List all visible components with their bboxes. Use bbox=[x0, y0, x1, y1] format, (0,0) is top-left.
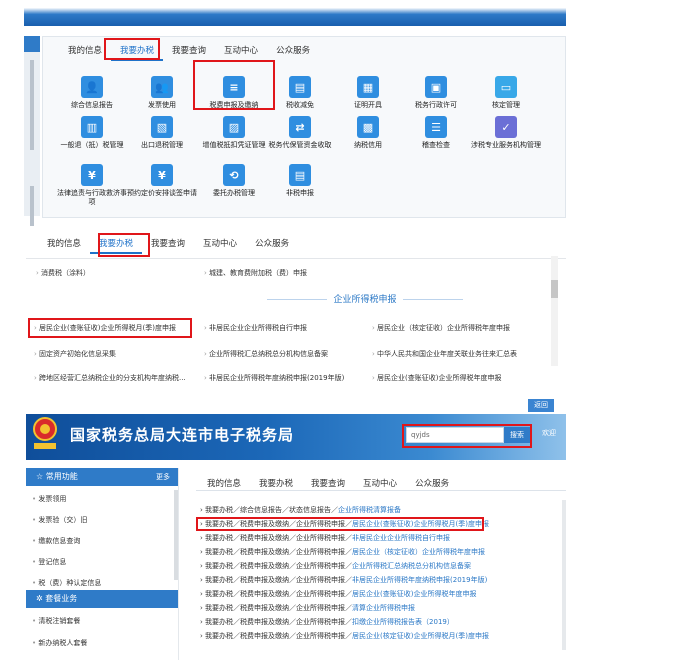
service-item[interactable]: ▤ 税收减免 bbox=[265, 76, 335, 110]
menu-link[interactable]: 消费税（涂料） bbox=[36, 268, 90, 278]
export-refund-icon: ▧ bbox=[151, 116, 173, 138]
divider bbox=[402, 299, 463, 300]
menu-link[interactable]: 企业所得税汇总纳税总分机构信息备案 bbox=[204, 349, 328, 359]
tab-public-service[interactable]: 公众服务 bbox=[267, 43, 319, 59]
divider bbox=[267, 299, 328, 300]
highlight-box bbox=[402, 424, 532, 448]
certificate-icon: ▦ bbox=[357, 76, 379, 98]
service-item[interactable]: ▣ 税务行政许可 bbox=[401, 76, 471, 110]
clock-icon: ⟲ bbox=[223, 164, 245, 186]
tab-my-info[interactable]: 我的信息 bbox=[38, 236, 90, 252]
result-row[interactable]: › 我要办税／税费申报及缴纳／企业所得税申报／清算企业所得税申报 bbox=[200, 603, 415, 613]
menu-link[interactable]: 固定资产初始化信息采集 bbox=[34, 349, 116, 359]
scrollbar[interactable] bbox=[562, 500, 566, 650]
sidebar: ☆ 常用功能 更多 发票领用 发票验（交）旧 缴款信息查询 登记信息 税（费）种认… bbox=[26, 468, 179, 660]
left-sidebar-strip bbox=[24, 36, 40, 226]
menu-link[interactable]: 中华人民共和国企业年度关联业务往来汇总表 bbox=[372, 349, 517, 359]
refund-doc-icon: ▥ bbox=[81, 116, 103, 138]
legal-icon: ¥ bbox=[81, 164, 103, 186]
main-nav-tabs: 我的信息 我要办税 我要查询 互动中心 公众服务 bbox=[38, 236, 298, 254]
welcome-text: 欢迎 bbox=[542, 429, 556, 437]
sidebar-header-block bbox=[24, 36, 40, 52]
sidebar-item[interactable]: 发票领用 bbox=[32, 494, 66, 504]
scrollbar[interactable] bbox=[30, 60, 34, 150]
menu-link[interactable]: 居民企业(查账征收)企业所得税年度申报 bbox=[372, 373, 501, 383]
credit-icon: ▩ bbox=[357, 116, 379, 138]
highlight-box bbox=[28, 318, 192, 338]
sidebar-header: ✲ 套餐业务 bbox=[26, 590, 178, 608]
highlight-box bbox=[193, 60, 275, 110]
fund-icon: ⇄ bbox=[289, 116, 311, 138]
sidebar-item[interactable]: 发票验（交）旧 bbox=[32, 515, 87, 525]
star-icon: ☆ 常用功能 bbox=[36, 472, 78, 481]
service-item[interactable]: ▥ 一般退（抵）税管理 bbox=[57, 116, 127, 150]
document-icon: ▤ bbox=[289, 76, 311, 98]
menu-link[interactable]: 非居民企业企业所得税自行申报 bbox=[204, 323, 307, 333]
sidebar-item[interactable]: 登记信息 bbox=[32, 557, 66, 567]
nontax-icon: ▤ bbox=[289, 164, 311, 186]
service-item[interactable]: ▧ 出口退税管理 bbox=[127, 116, 197, 150]
service-item[interactable]: ☰ 稽查检查 bbox=[401, 116, 471, 150]
divider bbox=[26, 258, 566, 259]
tab-public-service[interactable]: 公众服务 bbox=[246, 236, 298, 252]
highlight-box bbox=[196, 517, 484, 531]
result-row[interactable]: › 我要办税／综合信息报告／状态信息报告／企业所得税清算报备 bbox=[200, 505, 401, 515]
back-button[interactable]: 返回 bbox=[528, 399, 554, 412]
tab-query[interactable]: 我要查询 bbox=[163, 43, 215, 59]
result-row[interactable]: › 我要办税／税费申报及缴纳／企业所得税申报／非居民企业企业所得税自行申报 bbox=[200, 533, 450, 543]
menu-link[interactable]: 城建、教育费附加税（费）申报 bbox=[204, 268, 307, 278]
monitor-icon: ▭ bbox=[495, 76, 517, 98]
service-item[interactable]: ¥ 法律追责与行政救济事项 bbox=[57, 164, 127, 207]
scrollbar[interactable] bbox=[551, 256, 558, 366]
more-link[interactable]: 更多 bbox=[156, 468, 170, 486]
user-card-icon: 👤 bbox=[81, 76, 103, 98]
service-item[interactable]: ▭ 核定管理 bbox=[471, 76, 541, 110]
service-item[interactable]: 👥 发票使用 bbox=[127, 76, 197, 110]
service-item[interactable]: 👤 综合信息报告 bbox=[57, 76, 127, 110]
emblem-logo bbox=[30, 416, 60, 452]
scrollbar[interactable] bbox=[30, 186, 34, 226]
voucher-icon: ▨ bbox=[223, 116, 245, 138]
result-row[interactable]: › 我要办税／税费申报及缴纳／企业所得税申报／扣缴企业所得税报告表（2019） bbox=[200, 617, 454, 627]
result-row[interactable]: › 我要办税／税费申报及缴纳／企业所得税申报／非居民企业所得税年度纳税申报(20… bbox=[200, 575, 487, 585]
service-item[interactable]: ▨ 增值税抵扣凭证管理 bbox=[199, 116, 269, 150]
section-heading: 企业所得税申报 bbox=[200, 292, 530, 305]
service-item[interactable]: ⇄ 税务代保管资金收取 bbox=[265, 116, 335, 150]
sidebar-item[interactable]: 清税注销套餐 bbox=[32, 616, 80, 626]
service-item[interactable]: ▩ 纳税信用 bbox=[333, 116, 403, 150]
sidebar-item[interactable]: 缴款信息查询 bbox=[32, 536, 80, 546]
main-nav-tabs: 我的信息 我要办税 我要查询 互动中心 公众服务 bbox=[59, 43, 319, 61]
scrollbar[interactable] bbox=[174, 490, 178, 580]
divider bbox=[196, 490, 566, 491]
tab-interaction[interactable]: 互动中心 bbox=[215, 43, 267, 59]
service-item[interactable]: ✓ 涉税专业服务机构管理 bbox=[471, 116, 541, 150]
service-item[interactable]: ⟲ 委托办税管理 bbox=[199, 164, 269, 198]
service-item[interactable]: ▤ 非税申报 bbox=[265, 164, 335, 198]
scrollbar-thumb[interactable] bbox=[551, 280, 558, 298]
result-row[interactable]: › 我要办税／税费申报及缴纳／企业所得税申报／企业所得税汇总纳税总分机构信息备案 bbox=[200, 561, 471, 571]
users-icon: 👥 bbox=[151, 76, 173, 98]
check-icon: ✓ bbox=[495, 116, 517, 138]
menu-link[interactable]: 居民企业（核定征收）企业所得税年度申报 bbox=[372, 323, 510, 333]
service-item[interactable]: ¥ 预约定价安排谈签申请 bbox=[127, 164, 197, 198]
highlight-box bbox=[98, 233, 150, 257]
menu-link[interactable]: 跨地区经营汇总纳税企业的分支机构年度纳税... bbox=[34, 373, 186, 383]
gear-icon: ✲ 套餐业务 bbox=[36, 594, 78, 603]
highlight-box bbox=[104, 38, 160, 60]
menu-link[interactable]: 非居民企业所得税年度纳税申报(2019年版) bbox=[204, 373, 344, 383]
sidebar-item[interactable]: 新办纳税人套餐 bbox=[32, 638, 87, 648]
pricing-icon: ¥ bbox=[151, 164, 173, 186]
permit-icon: ▣ bbox=[425, 76, 447, 98]
result-row[interactable]: › 我要办税／税费申报及缴纳／企业所得税申报／居民企业(查账征收)企业所得税年度… bbox=[200, 589, 477, 599]
inspection-icon: ☰ bbox=[425, 116, 447, 138]
result-row[interactable]: › 我要办税／税费申报及缴纳／企业所得税申报／居民企业（核定征收）企业所得税年度… bbox=[200, 547, 485, 557]
service-item[interactable]: ▦ 证明开具 bbox=[333, 76, 403, 110]
sidebar-item[interactable]: 税（费）种认定信息 bbox=[32, 578, 101, 588]
sidebar-header: ☆ 常用功能 更多 bbox=[26, 468, 178, 486]
banner-strip bbox=[24, 0, 566, 26]
tab-interaction[interactable]: 互动中心 bbox=[194, 236, 246, 252]
result-row[interactable]: › 我要办税／税费申报及缴纳／企业所得税申报／居民企业(核定征收)企业所得税月(… bbox=[200, 631, 489, 641]
site-title: 国家税务总局大连市电子税务局 bbox=[70, 426, 295, 444]
